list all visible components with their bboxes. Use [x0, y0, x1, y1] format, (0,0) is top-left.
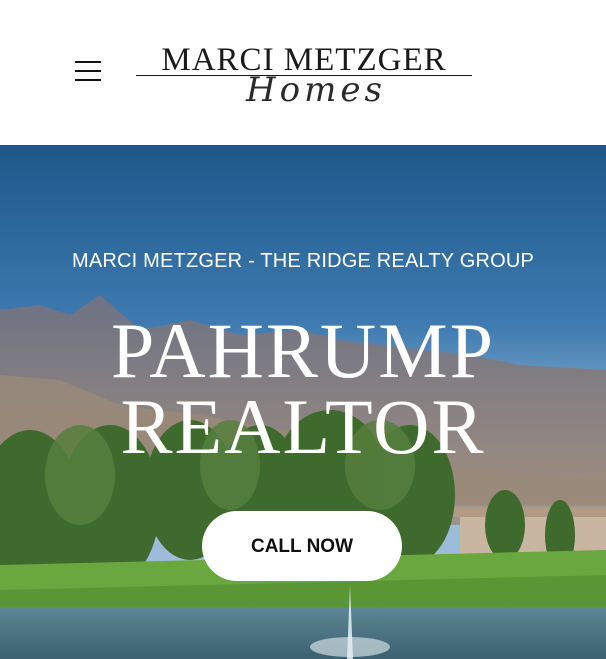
logo-script: Homes [246, 70, 386, 110]
hero-title: PAHRUMP REALTOR [0, 307, 606, 470]
hero-subtitle: MARCI METZGER - THE RIDGE REALTY GROUP [71, 250, 535, 272]
site-logo[interactable]: MARCI METZGER Homes [136, 40, 472, 112]
hamburger-menu-icon[interactable] [75, 61, 101, 81]
call-now-button[interactable]: CALL NOW [202, 511, 402, 581]
hero-section: MARCI METZGER - THE RIDGE REALTY GROUP P… [0, 145, 606, 659]
hero-title-line-1: PAHRUMP [111, 307, 495, 394]
hero-title-line-2: REALTOR [120, 383, 486, 470]
site-header: MARCI METZGER Homes [0, 0, 606, 145]
